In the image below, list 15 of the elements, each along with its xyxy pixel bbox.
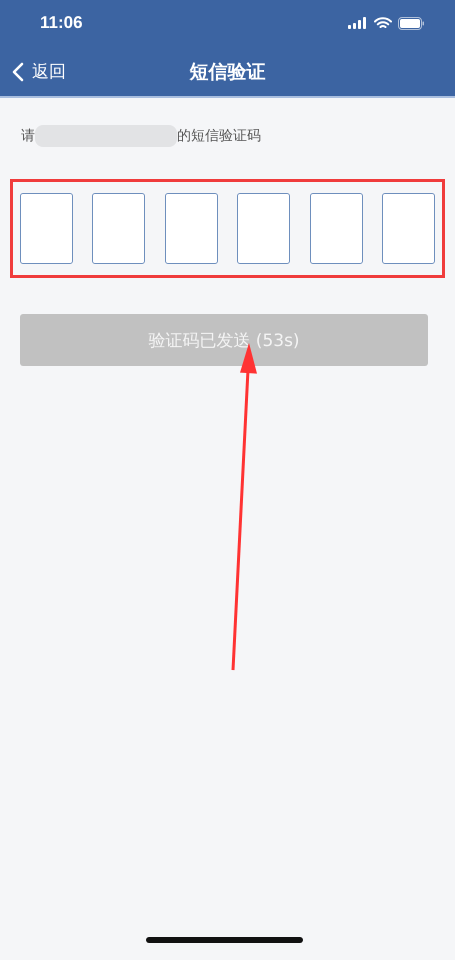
back-button[interactable]: 返回: [12, 60, 66, 83]
back-chevron-icon: [12, 62, 24, 82]
code-digit-field[interactable]: [237, 193, 290, 264]
code-digit-field[interactable]: [20, 193, 73, 264]
code-digit-field[interactable]: [92, 193, 146, 264]
wifi-icon: [374, 16, 392, 30]
status-time: 11:06: [40, 13, 83, 33]
page-title: 短信验证: [190, 60, 266, 85]
signal-icon: [348, 17, 368, 29]
code-digit-field[interactable]: [382, 193, 435, 264]
code-digit-field[interactable]: [310, 193, 363, 264]
hint-text: 的短信验证码: [177, 127, 261, 145]
battery-icon: [398, 16, 425, 30]
code-digit-field[interactable]: [164, 193, 218, 264]
hint-text: 请: [21, 127, 35, 145]
